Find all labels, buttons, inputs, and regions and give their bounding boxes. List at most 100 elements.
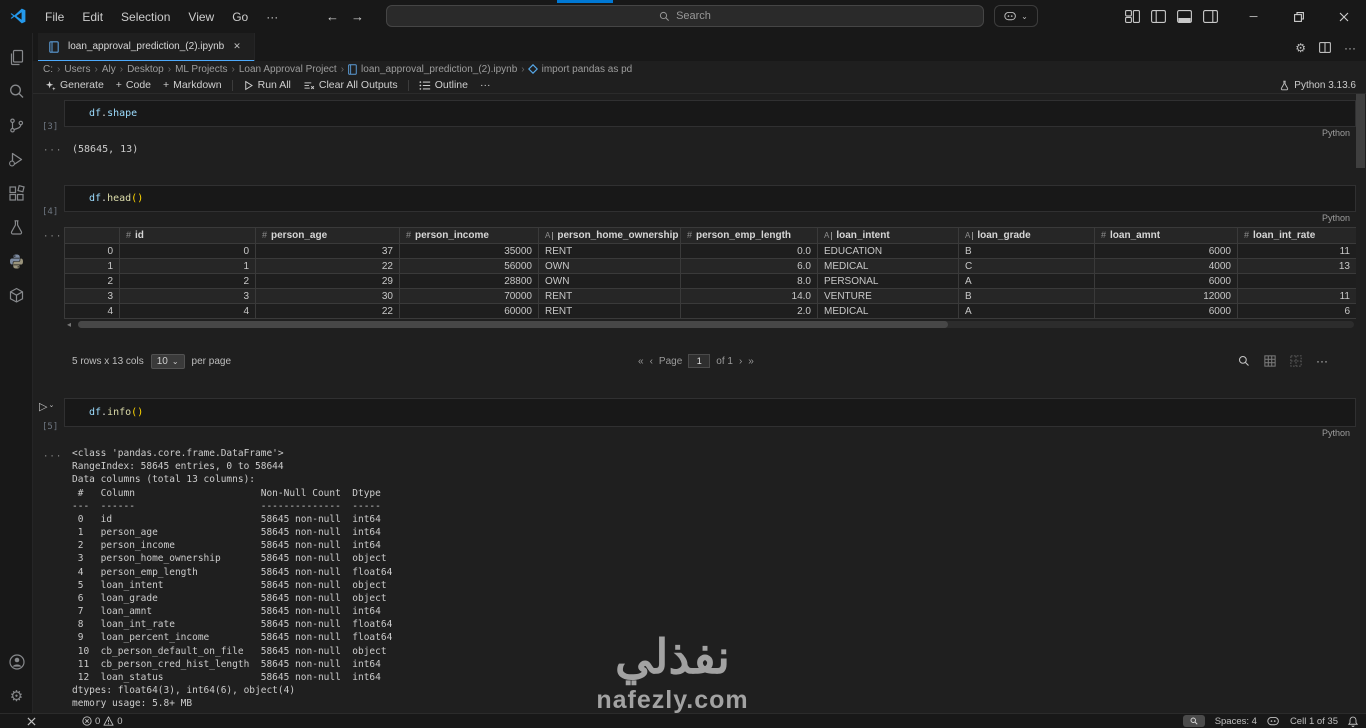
clear-all-outputs-button[interactable]: Clear All Outputs [297, 78, 404, 93]
menu-view[interactable]: View [179, 6, 223, 28]
menu-go[interactable]: Go [223, 6, 257, 28]
close-button[interactable] [1321, 0, 1366, 33]
prev-page-icon[interactable]: ‹ [650, 356, 653, 367]
table-more-actions-icon[interactable]: ··· [1316, 354, 1328, 368]
notebook-settings-gear-icon[interactable]: ⚙ [1295, 41, 1306, 55]
token-shape: shape [107, 108, 138, 119]
remote-indicator-icon[interactable] [27, 716, 36, 726]
breadcrumb-item[interactable]: Aly [101, 64, 117, 75]
vertical-scrollbar-thumb[interactable] [1356, 94, 1365, 168]
plus-icon: + [115, 79, 122, 91]
problems-indicator[interactable]: 0 0 [82, 716, 123, 727]
copilot-status-icon[interactable] [1267, 716, 1280, 727]
back-arrow-icon[interactable]: ← [326, 9, 339, 24]
customize-layout-icon[interactable] [1125, 10, 1140, 23]
split-editor-icon[interactable] [1319, 42, 1331, 53]
outline-icon [419, 80, 430, 90]
grid-view-icon[interactable] [1264, 355, 1276, 367]
col-header-loan-int-rate[interactable]: # loan_int_rate [1237, 227, 1356, 244]
tab-notebook[interactable]: loan_approval_prediction_(2).ipynb ✕ [38, 33, 255, 62]
toggle-panel-icon[interactable] [1177, 10, 1192, 23]
add-markdown-cell-button[interactable]: + Markdown [157, 78, 228, 93]
col-header-loan-intent[interactable]: Aloan_intent [817, 227, 959, 244]
output-collapse-icon[interactable]: ··· [43, 232, 62, 242]
command-search-input[interactable]: Search [386, 5, 984, 27]
toggle-secondary-sidebar-icon[interactable] [1203, 10, 1218, 23]
outline-button[interactable]: Outline [413, 78, 474, 93]
restore-button[interactable] [1276, 0, 1321, 33]
breadcrumb-item[interactable]: ML Projects [174, 64, 228, 75]
per-page-label: per page [191, 355, 232, 367]
table-row[interactable]: 4 4 22 60000 RENT 2.0 MEDICAL A 6000 6 [64, 303, 1356, 319]
spaces-indicator[interactable]: Spaces: 4 [1215, 716, 1257, 727]
horizontal-scrollbar[interactable] [78, 321, 1354, 328]
col-header-loan-amnt[interactable]: # loan_amnt [1094, 227, 1238, 244]
page-input[interactable] [688, 354, 711, 368]
screen-reader-zoom-button[interactable] [1182, 715, 1205, 727]
first-page-icon[interactable]: « [638, 356, 644, 367]
toggle-sidebar-icon[interactable] [1151, 10, 1166, 23]
breadcrumb-file-item[interactable]: loan_approval_prediction_(2).ipynb [360, 64, 518, 75]
table-search-icon[interactable] [1238, 355, 1250, 367]
notebook-file-icon [348, 63, 357, 75]
menu-more-icon[interactable]: ··· [257, 6, 287, 28]
testing-icon[interactable] [0, 211, 33, 244]
menu-selection[interactable]: Selection [112, 6, 179, 28]
table-row[interactable]: 2 2 29 28800 OWN 8.0 PERSONAL A 6000 [64, 273, 1356, 289]
table-row[interactable]: 0 0 37 35000 RENT 0.0 EDUCATION B 6000 11 [64, 243, 1356, 259]
breadcrumb-item[interactable]: C: [42, 64, 54, 75]
output-collapse-icon[interactable]: ··· [43, 452, 62, 462]
python-extension-icon[interactable] [0, 245, 33, 278]
forward-arrow-icon[interactable]: → [351, 9, 364, 24]
grid-lines-icon[interactable] [1290, 355, 1302, 367]
account-icon[interactable] [0, 645, 33, 678]
col-header-id[interactable]: # id [119, 227, 256, 244]
cell-position-indicator[interactable]: Cell 1 of 35 [1290, 716, 1338, 727]
generate-button[interactable]: Generate [39, 78, 110, 93]
copilot-chat-button[interactable]: ⌄ [994, 5, 1038, 27]
minimize-button[interactable]: ─ [1231, 0, 1276, 33]
col-header-person-home-ownership[interactable]: Aperson_home_ownership [538, 227, 681, 244]
editor-more-actions-icon[interactable]: ··· [1344, 41, 1356, 55]
breadcrumb-item[interactable]: Users [63, 64, 91, 75]
close-icon [1339, 12, 1348, 21]
code-cell-df-head[interactable]: df.head() [64, 185, 1356, 212]
scroll-left-icon[interactable]: ◂ [67, 320, 71, 329]
cell-language-label[interactable]: Python [64, 428, 1350, 438]
output-collapse-icon[interactable]: ··· [43, 146, 62, 156]
source-control-icon[interactable] [0, 109, 33, 142]
jupyter-icon[interactable] [0, 279, 33, 312]
col-header-person-income[interactable]: # person_income [399, 227, 539, 244]
settings-gear-icon[interactable]: ⚙ [0, 679, 33, 712]
menu-file[interactable]: File [36, 6, 73, 28]
kernel-picker-button[interactable]: Python 3.13.6 [1279, 77, 1356, 94]
page-size-select[interactable]: 10 ⌄ [150, 353, 185, 369]
extensions-icon[interactable] [0, 177, 33, 210]
breadcrumb-cell-item[interactable]: import pandas as pd [541, 64, 634, 75]
explorer-icon[interactable] [0, 41, 33, 74]
table-row[interactable]: 1 1 22 56000 OWN 6.0 MEDICAL C 4000 13 [64, 258, 1356, 274]
breadcrumb-item[interactable]: Desktop [126, 64, 165, 75]
cell-language-label[interactable]: Python [64, 128, 1350, 138]
col-header-loan-grade[interactable]: Aloan_grade [958, 227, 1095, 244]
code-cell-df-shape[interactable]: df.shape [64, 100, 1356, 127]
cell-language-label[interactable]: Python [64, 213, 1350, 223]
horizontal-scrollbar-thumb[interactable] [78, 321, 948, 328]
code-cell-df-info[interactable]: df.info() [64, 398, 1356, 427]
menu-edit[interactable]: Edit [73, 6, 112, 28]
search-icon[interactable] [0, 75, 33, 108]
table-row[interactable]: 3 3 30 70000 RENT 14.0 VENTURE B 12000 11 [64, 288, 1356, 304]
notifications-bell-icon[interactable] [1348, 716, 1358, 727]
toolbar-more-actions-icon[interactable]: ··· [474, 78, 497, 93]
run-debug-icon[interactable] [0, 143, 33, 176]
col-header-person-emp-length[interactable]: # person_emp_length [680, 227, 818, 244]
last-page-icon[interactable]: » [748, 356, 754, 367]
next-page-icon[interactable]: › [739, 356, 742, 367]
copilot-icon [1004, 11, 1017, 20]
breadcrumb-item[interactable]: Loan Approval Project [238, 64, 338, 75]
add-code-cell-button[interactable]: + Code [110, 78, 157, 93]
tab-close-icon[interactable]: ✕ [230, 40, 244, 53]
run-cell-button[interactable]: ▷ ⌄ [39, 400, 54, 413]
col-header-person-age[interactable]: # person_age [255, 227, 400, 244]
run-all-button[interactable]: Run All [237, 78, 297, 93]
